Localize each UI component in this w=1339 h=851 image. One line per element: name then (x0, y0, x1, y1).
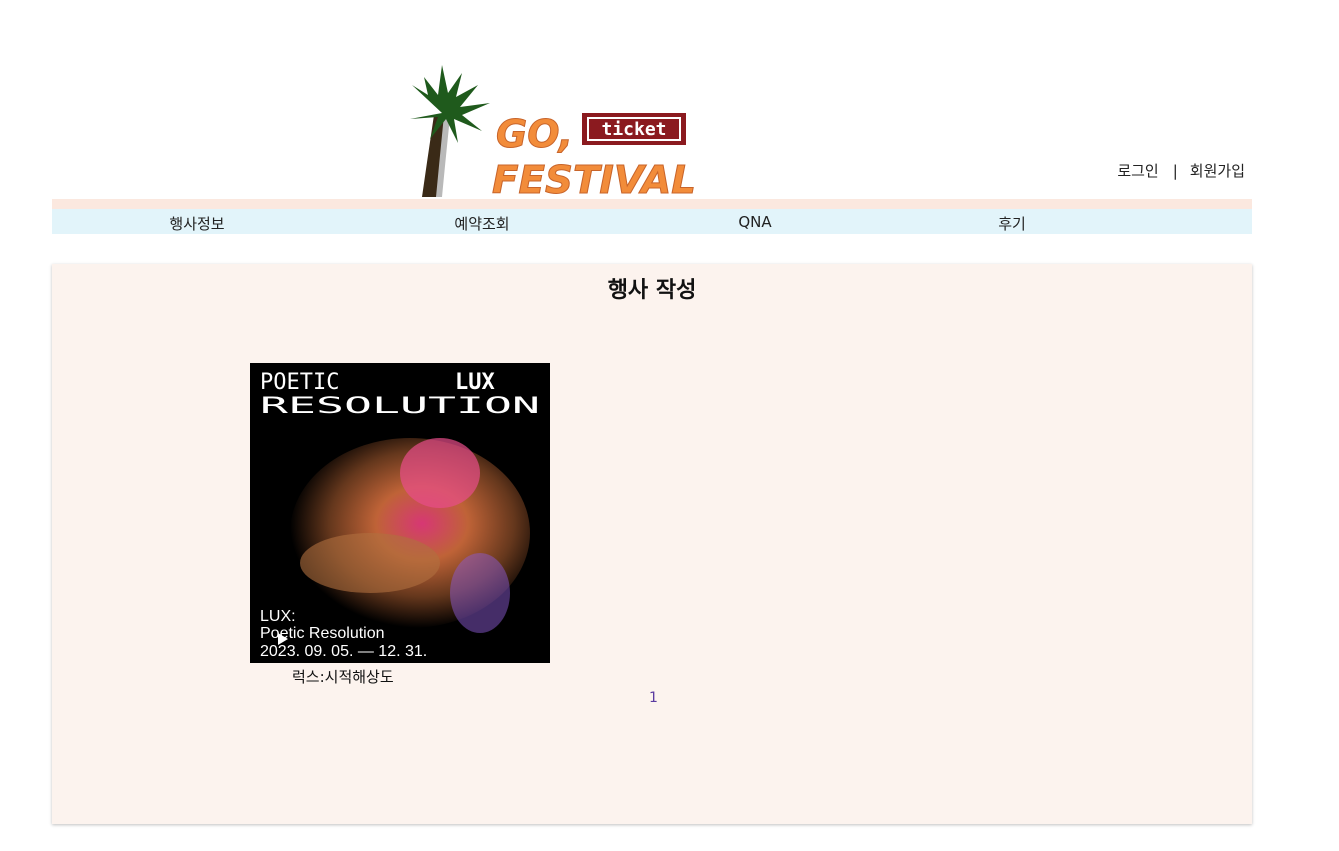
nav-top-strip (52, 199, 1252, 209)
logo-go-text: GO, (496, 112, 573, 156)
logo-festival-text: FESTIVAL (492, 158, 696, 200)
signup-link[interactable]: 회원가입 (1190, 160, 1245, 181)
main-nav: 행사정보 예약조회 QNA 후기 (52, 209, 1252, 234)
page-title: 행사 작성 (607, 278, 697, 303)
auth-links: 로그인 | 회원가입 (1117, 160, 1245, 181)
festival-logo[interactable]: GO, ticket FESTIVAL (404, 55, 704, 200)
event-title[interactable]: 럭스:시적해상도 (292, 666, 394, 687)
login-link[interactable]: 로그인 (1117, 160, 1158, 181)
poster-heading-brand: LUX (455, 370, 495, 395)
nav-item-event-info[interactable]: 행사정보 (169, 213, 224, 234)
content-panel: 행사 작성 POETIC LUX RESOLUTION LUX: Poetic … (52, 264, 1252, 824)
nav-item-reservation-lookup[interactable]: 예약조회 (454, 213, 509, 234)
nav-item-reviews[interactable]: 후기 (998, 213, 1026, 234)
nav-item-qna[interactable]: QNA (738, 213, 771, 231)
poster-heading-line1: POETIC (260, 370, 339, 395)
event-card[interactable]: POETIC LUX RESOLUTION LUX: Poetic Resolu… (250, 363, 550, 686)
pagination-page-1[interactable]: 1 (649, 690, 658, 706)
event-poster[interactable]: POETIC LUX RESOLUTION LUX: Poetic Resolu… (250, 363, 550, 663)
poster-caption-line3: 2023. 09. 05. — 12. 31. (260, 643, 427, 660)
palm-tree-icon (410, 65, 490, 143)
poster-caption-line1: LUX: (260, 608, 296, 625)
auth-separator: | (1172, 161, 1178, 180)
logo-ticket-text: ticket (601, 119, 666, 140)
poster-heading-line2: RESOLUTION (260, 394, 540, 419)
